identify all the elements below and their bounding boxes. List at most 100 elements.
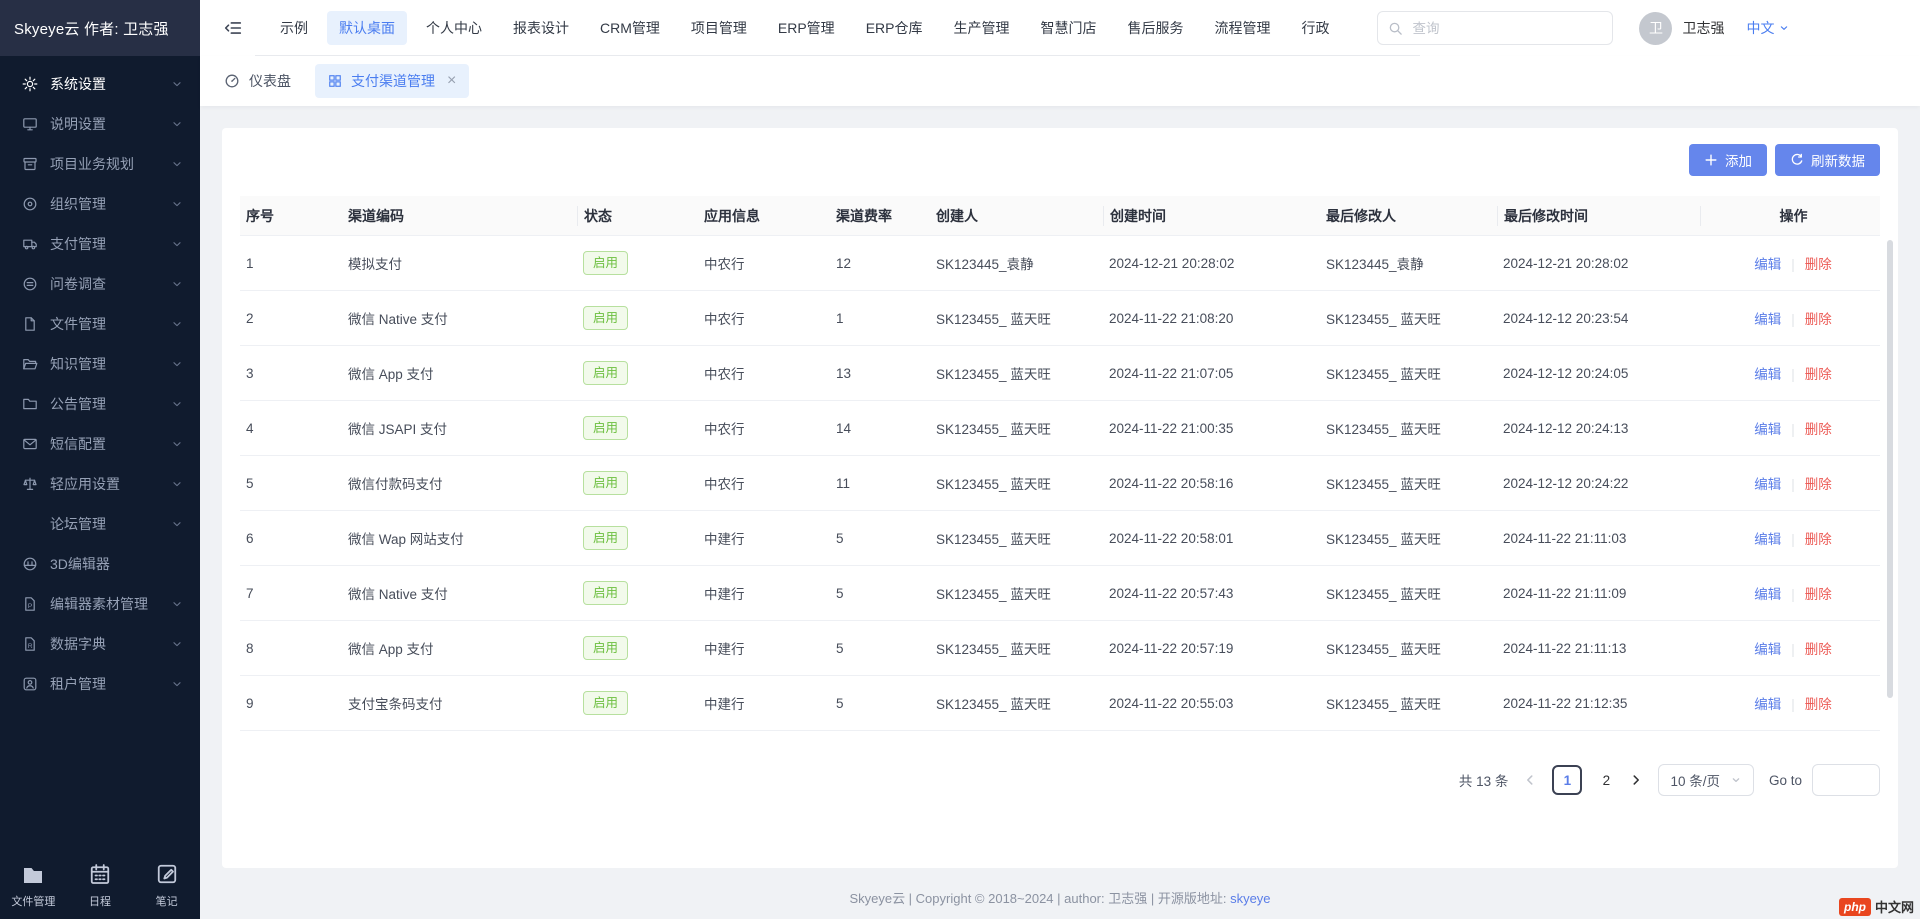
delete-link[interactable]: 删除 [1805, 587, 1832, 602]
column-header: 渠道费率 [830, 206, 930, 226]
cell-index: 6 [240, 531, 342, 546]
cell-created-time: 2024-11-22 21:08:20 [1103, 311, 1320, 326]
cell-modifier: SK123455_ 蓝天旺 [1320, 693, 1497, 713]
edit-link[interactable]: 编辑 [1754, 312, 1781, 327]
language-selector[interactable]: 中文 [1746, 18, 1790, 38]
sidebar-item[interactable]: 问卷调查 [0, 264, 200, 304]
topnav-item[interactable]: 示例 [268, 11, 320, 45]
sidebar-item[interactable]: 支付管理 [0, 224, 200, 264]
sidebar-item[interactable]: P编辑器素材管理 [0, 584, 200, 624]
top-bar: Skyeye云 作者: 卫志强 示例默认桌面个人中心报表设计CRM管理项目管理E… [0, 0, 1920, 56]
sidebar-item[interactable]: 公告管理 [0, 384, 200, 424]
prev-page-icon[interactable] [1523, 773, 1537, 787]
cell-created-time: 2024-11-22 20:57:43 [1103, 586, 1320, 601]
cell-app-info: 中农行 [698, 308, 830, 328]
edit-link[interactable]: 编辑 [1754, 697, 1781, 712]
sidebar-shortcut[interactable]: 日程 [67, 862, 134, 909]
delete-link[interactable]: 删除 [1805, 532, 1832, 547]
topnav-item[interactable]: 流程管理 [1202, 11, 1282, 45]
topnav-item[interactable]: 智慧门店 [1028, 11, 1108, 45]
topnav-item[interactable]: 个人中心 [414, 11, 494, 45]
sidebar-item[interactable]: 说明设置 [0, 104, 200, 144]
skyeye-link[interactable]: skyeye [1230, 891, 1270, 906]
search-icon [1388, 21, 1403, 36]
topnav-item[interactable]: 行政 [1289, 11, 1341, 45]
cell-created-time: 2024-11-22 21:00:35 [1103, 421, 1320, 436]
delete-link[interactable]: 删除 [1805, 312, 1832, 327]
delete-link[interactable]: 删除 [1805, 642, 1832, 657]
edit-link[interactable]: 编辑 [1754, 587, 1781, 602]
cell-modifier: SK123445_袁静 [1320, 253, 1497, 273]
edit-link[interactable]: 编辑 [1754, 532, 1781, 547]
next-page-icon[interactable] [1629, 773, 1643, 787]
search-box [1377, 11, 1613, 45]
delete-link[interactable]: 删除 [1805, 422, 1832, 437]
sidebar-item[interactable]: 3D编辑器 [0, 544, 200, 584]
cell-rate: 5 [830, 696, 930, 711]
sidebar-shortcut[interactable]: 笔记 [133, 862, 200, 909]
chevron-down-icon [1778, 22, 1790, 34]
chevron-down-icon [170, 237, 184, 251]
tab-payment-channel[interactable]: 支付渠道管理 × [315, 64, 469, 98]
edit-link[interactable]: 编辑 [1754, 422, 1781, 437]
page-size-select[interactable]: 10 条/页 [1658, 764, 1754, 796]
delete-link[interactable]: 删除 [1805, 697, 1832, 712]
page-number[interactable]: 1 [1552, 765, 1582, 795]
sidebar-item[interactable]: 组织管理 [0, 184, 200, 224]
cell-index: 5 [240, 476, 342, 491]
sidebar-item[interactable]: 项目业务规划 [0, 144, 200, 184]
sidebar-item[interactable]: 系统设置 [0, 64, 200, 104]
sidebar-item[interactable]: 知识管理 [0, 344, 200, 384]
delete-link[interactable]: 删除 [1805, 257, 1832, 272]
collapse-sidebar-icon[interactable] [224, 19, 242, 37]
chevron-down-icon [170, 397, 184, 411]
sidebar-shortcuts: 文件管理日程笔记 [0, 862, 200, 909]
cell-index: 2 [240, 311, 342, 326]
scale-icon [22, 476, 38, 492]
edit-link[interactable]: 编辑 [1754, 642, 1781, 657]
delete-link[interactable]: 删除 [1805, 477, 1832, 492]
sidebar-item[interactable]: 短信配置 [0, 424, 200, 464]
avatar[interactable]: 卫 [1639, 12, 1672, 45]
cell-created-time: 2024-12-21 20:28:02 [1103, 256, 1320, 271]
topnav-item[interactable]: 生产管理 [941, 11, 1021, 45]
delete-link[interactable]: 删除 [1805, 367, 1832, 382]
cell-modified-time: 2024-11-22 21:11:13 [1497, 641, 1700, 656]
cell-creator: SK123455_ 蓝天旺 [930, 583, 1103, 603]
add-button[interactable]: 添加 [1689, 144, 1767, 176]
sidebar-item[interactable]: 租户管理 [0, 664, 200, 704]
tab-dashboard[interactable]: 仪表盘 [224, 71, 291, 91]
topnav-item[interactable]: ERP仓库 [854, 11, 935, 45]
payment-channel-card: 添加 刷新数据 序号渠道编码状态应用信息渠道费率创建人创建时间最后修改人最后修改… [222, 128, 1898, 868]
edit-link[interactable]: 编辑 [1754, 367, 1781, 382]
topnav-item[interactable]: CRM管理 [588, 11, 672, 45]
cell-app-info: 中建行 [698, 528, 830, 548]
cell-creator: SK123455_ 蓝天旺 [930, 638, 1103, 658]
cell-channel-code: 微信 Wap 网站支付 [342, 528, 577, 548]
topnav-item[interactable]: ERP管理 [766, 11, 847, 45]
sidebar-item[interactable]: 论坛管理 [0, 504, 200, 544]
goto-page-input[interactable] [1812, 764, 1880, 796]
column-header: 最后修改时间 [1497, 206, 1700, 226]
sidebar-item[interactable]: 轻应用设置 [0, 464, 200, 504]
cell-rate: 13 [830, 366, 930, 381]
scrollbar-thumb[interactable] [1887, 240, 1893, 698]
sidebar-item[interactable]: 文件管理 [0, 304, 200, 344]
topnav-item[interactable]: 售后服务 [1115, 11, 1195, 45]
sidebar-item[interactable]: R数据字典 [0, 624, 200, 664]
close-icon[interactable]: × [447, 73, 456, 89]
refresh-data-button[interactable]: 刷新数据 [1775, 144, 1880, 176]
topnav-item[interactable]: 项目管理 [679, 11, 759, 45]
page-number[interactable]: 2 [1598, 773, 1614, 788]
search-input[interactable] [1410, 20, 1602, 37]
cell-channel-code: 微信 Native 支付 [342, 583, 577, 603]
cell-app-info: 中农行 [698, 473, 830, 493]
cell-index: 4 [240, 421, 342, 436]
table-row: 3微信 App 支付启用中农行13SK123455_ 蓝天旺2024-11-22… [240, 346, 1880, 401]
helmet-icon [22, 556, 38, 572]
sidebar-shortcut[interactable]: 文件管理 [0, 862, 67, 909]
topnav-item[interactable]: 默认桌面 [327, 11, 407, 45]
topnav-item[interactable]: 报表设计 [501, 11, 581, 45]
edit-link[interactable]: 编辑 [1754, 477, 1781, 492]
edit-link[interactable]: 编辑 [1754, 257, 1781, 272]
